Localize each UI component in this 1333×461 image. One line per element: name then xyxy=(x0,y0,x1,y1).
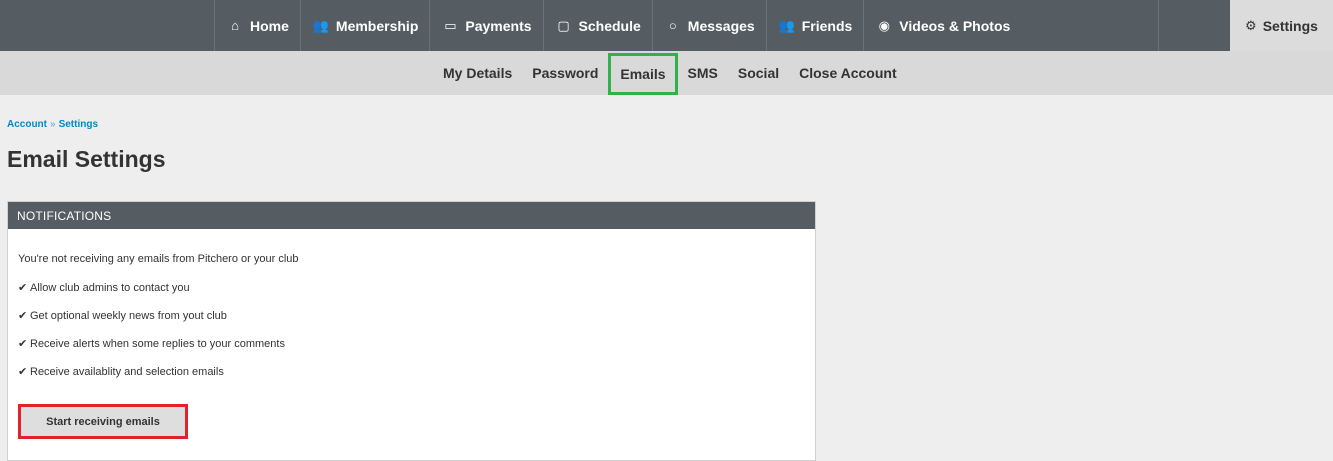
breadcrumb-account-link[interactable]: Account xyxy=(7,119,47,130)
subnav-social[interactable]: Social xyxy=(728,51,789,95)
breadcrumb: Account» Settings xyxy=(7,119,98,130)
breadcrumb-separator: » xyxy=(50,119,56,130)
calendar-icon: ▢ xyxy=(557,17,570,33)
nav-item-label: Videos & Photos xyxy=(899,17,1011,34)
nav-item-home[interactable]: ⌂ Home xyxy=(214,0,300,51)
notification-status-text: You're not receiving any emails from Pit… xyxy=(18,253,299,265)
page-title: Email Settings xyxy=(7,146,166,172)
list-item: ✔ Receive alerts when some replies to you… xyxy=(18,337,805,365)
nav-item-label: Home xyxy=(250,17,289,34)
subnav-sms[interactable]: SMS xyxy=(678,51,728,95)
notifications-panel: NOTIFICATIONS You're not receiving any e… xyxy=(7,201,816,461)
subnav-close-account[interactable]: Close Account xyxy=(789,51,907,95)
top-nav-items: ⌂ Home 👥 Membership ▭ Payments ▢ Schedul… xyxy=(214,0,1160,51)
nav-item-label: Friends xyxy=(801,17,853,34)
list-item-text: Get optional weekly news from yout club xyxy=(30,310,227,322)
check-icon: ✔ xyxy=(18,282,28,294)
nav-item-label: Settings xyxy=(1262,17,1318,34)
card-icon: ▭ xyxy=(444,17,457,33)
nav-item-membership[interactable]: 👥 Membership xyxy=(299,0,429,51)
nav-item-label: Schedule xyxy=(578,17,641,34)
panel-header: NOTIFICATIONS xyxy=(8,202,815,229)
friends-icon: 👥 xyxy=(778,17,795,33)
nav-item-schedule[interactable]: ▢ Schedule xyxy=(542,0,652,51)
gear-icon: ⚙ xyxy=(1245,17,1257,33)
members-icon: 👥 xyxy=(312,17,329,33)
start-receiving-emails-button[interactable]: Start receiving emails xyxy=(21,407,185,436)
settings-sub-navigation: My Details Password Emails SMS Social Cl… xyxy=(0,51,1333,95)
check-icon: ✔ xyxy=(18,310,28,322)
nav-item-messages[interactable]: ○ Messages xyxy=(651,0,766,51)
top-navigation: ⌂ Home 👥 Membership ▭ Payments ▢ Schedul… xyxy=(0,0,1333,51)
nav-item-label: Payments xyxy=(465,17,532,34)
start-receiving-emails-highlight: Start receiving emails xyxy=(18,404,188,439)
nav-item-videos-photos[interactable]: ◉ Videos & Photos xyxy=(863,0,1160,51)
nav-item-friends[interactable]: 👥 Friends xyxy=(765,0,864,51)
breadcrumb-settings-link[interactable]: Settings xyxy=(59,119,98,130)
list-item: ✔ Get optional weekly news from yout club xyxy=(18,309,805,337)
nav-item-label: Membership xyxy=(335,17,419,34)
panel-body: You're not receiving any emails from Pit… xyxy=(8,253,815,439)
list-item-text: Receive availablity and selection emails xyxy=(30,366,224,378)
subnav-my-details[interactable]: My Details xyxy=(433,51,522,95)
nav-item-settings[interactable]: ⚙ Settings xyxy=(1230,0,1333,51)
message-icon: ○ xyxy=(668,18,677,33)
list-item: ✔ Allow club admins to contact you xyxy=(18,281,805,309)
list-item-text: Allow club admins to contact you xyxy=(30,282,190,294)
list-item-text: Receive alerts when some replies to your… xyxy=(30,338,285,350)
subnav-emails[interactable]: Emails xyxy=(608,52,678,95)
play-icon: ◉ xyxy=(878,17,890,33)
nav-item-payments[interactable]: ▭ Payments xyxy=(429,0,542,51)
home-icon: ⌂ xyxy=(231,18,239,33)
list-item: ✔ Receive availablity and selection email… xyxy=(18,365,805,393)
subnav-password[interactable]: Password xyxy=(522,51,608,95)
nav-item-label: Messages xyxy=(687,17,755,34)
email-benefits-list: ✔ Allow club admins to contact you ✔ Get o… xyxy=(18,281,805,393)
sub-nav-items: My Details Password Emails SMS Social Cl… xyxy=(433,51,907,95)
check-icon: ✔ xyxy=(18,338,28,350)
check-icon: ✔ xyxy=(18,366,28,378)
